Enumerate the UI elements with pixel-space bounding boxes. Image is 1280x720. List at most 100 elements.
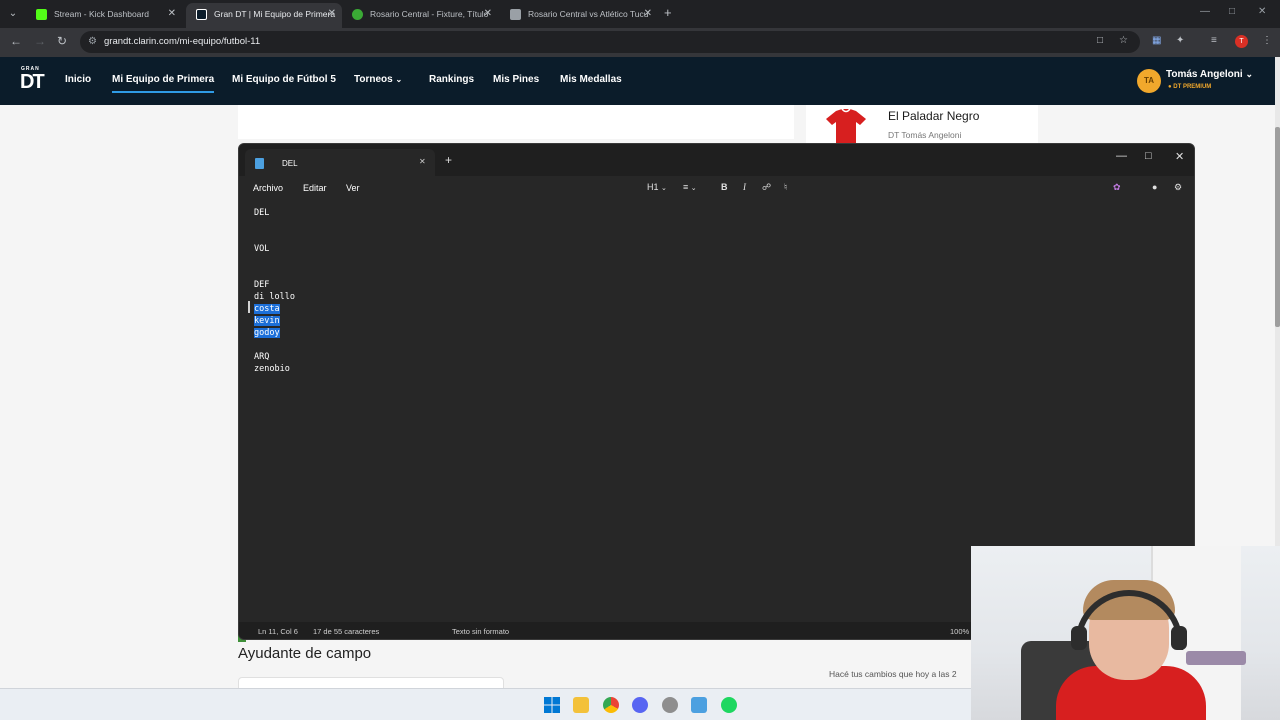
logo-big-text: DT	[20, 71, 45, 93]
reload-icon[interactable]: ↻	[57, 34, 67, 48]
nav-mi-equipo-futbol-5[interactable]: Mi Equipo de Fútbol 5	[232, 74, 336, 85]
notepad-minimize-icon[interactable]: —	[1116, 150, 1127, 162]
notepad-close-icon[interactable]: ✕	[1175, 150, 1184, 163]
obs-icon[interactable]	[662, 697, 678, 713]
notepad-line[interactable]: costa	[254, 303, 295, 315]
user-avatar[interactable]: TA	[1137, 69, 1161, 93]
notepad-line[interactable]: DEL	[254, 207, 295, 219]
tab-close-icon[interactable]: ✕	[168, 3, 176, 25]
line-text: zenobio	[254, 364, 290, 374]
notepad-line[interactable]	[254, 339, 295, 351]
gran-dt-logo[interactable]: GRAN DT	[20, 66, 45, 96]
clear-format-icon[interactable]: ♮	[784, 182, 787, 193]
chrome-icon[interactable]	[603, 697, 619, 713]
nav-mis-pines[interactable]: Mis Pines	[493, 74, 539, 85]
notepad-line[interactable]	[254, 267, 295, 279]
close-tab-icon[interactable]: ✕	[419, 157, 426, 166]
zoom-level[interactable]: 100%	[950, 627, 969, 636]
notepad-line[interactable]: di lollo	[254, 291, 295, 303]
match-favicon-icon	[510, 9, 521, 20]
site-info-icon[interactable]: ⚙	[88, 36, 97, 47]
chevron-down-icon: ⌄	[1245, 69, 1253, 79]
install-app-icon[interactable]: □	[1097, 35, 1103, 46]
tab-close-icon[interactable]: ✕	[484, 3, 492, 25]
notepad-text-area[interactable]: DEL VOL DEF di lollo costa kevin godoy ARQ zenob…	[254, 207, 295, 375]
heading-dropdown[interactable]: H1 ⌄	[647, 182, 667, 192]
copilot-icon[interactable]: ✿	[1113, 182, 1121, 193]
discord-icon[interactable]	[632, 697, 648, 713]
browser-tab-gran-dt[interactable]: Gran DT | Mi Equipo de Primera ✕	[186, 3, 342, 28]
webcam-overlay	[971, 546, 1280, 720]
link-icon[interactable]: ☍	[762, 182, 771, 193]
forward-arrow-icon[interactable]: →	[34, 34, 46, 48]
notepad-taskbar-icon[interactable]	[691, 697, 707, 713]
notepad-line[interactable]: ARQ	[254, 351, 295, 363]
scrollbar-thumb[interactable]	[1275, 127, 1280, 327]
nav-mis-medallas[interactable]: Mis Medallas	[560, 74, 622, 85]
browser-tab-rosario-fixture[interactable]: Rosario Central - Fixture, Título ✕	[342, 3, 498, 28]
nav-inicio[interactable]: Inicio	[65, 74, 91, 85]
account-icon[interactable]: ●	[1152, 182, 1157, 192]
rosario-favicon-icon	[352, 9, 363, 20]
notepad-line[interactable]: VOL	[254, 243, 295, 255]
window-maximize-icon[interactable]: □	[1229, 6, 1235, 17]
notepad-line[interactable]	[254, 255, 295, 267]
format-status[interactable]: Texto sin formato	[452, 627, 509, 636]
address-bar[interactable]: ⚙ grandt.clarin.com/mi-equipo/futbol-11	[80, 31, 1140, 53]
tab-label: Rosario Central vs Atlético Tucu	[528, 9, 649, 19]
nav-mi-equipo-primera[interactable]: Mi Equipo de Primera	[112, 74, 215, 93]
url-text[interactable]: grandt.clarin.com/mi-equipo/futbol-11	[104, 36, 260, 47]
new-notepad-tab-icon[interactable]: +	[445, 153, 452, 167]
team-name: El Paladar Negro	[888, 109, 980, 123]
browser-toolbar: ← → ↻ ⚙ grandt.clarin.com/mi-equipo/futb…	[0, 28, 1280, 57]
tab-search-icon[interactable]: ⌄	[4, 6, 22, 22]
bookmark-star-icon[interactable]: ☆	[1119, 35, 1128, 46]
notepad-tab-title: DEL	[282, 159, 298, 168]
ayudante-select[interactable]	[238, 677, 504, 688]
translate-icon[interactable]: ▦	[1152, 35, 1161, 46]
selected-text: costa	[254, 304, 280, 314]
notepad-line[interactable]: zenobio	[254, 363, 295, 375]
line-text: ARQ	[254, 352, 270, 362]
user-name[interactable]: Tomás Angeloni ⌄	[1166, 69, 1253, 80]
list-icon[interactable]: ≡ ⌄	[683, 182, 697, 192]
line-text: di lollo	[254, 292, 295, 302]
menu-editar[interactable]: Editar	[303, 183, 327, 193]
window-close-icon[interactable]: ✕	[1258, 6, 1266, 17]
notepad-line[interactable]: godoy	[254, 327, 295, 339]
menu-ver[interactable]: Ver	[346, 183, 360, 193]
notepad-tab[interactable]: DEL ✕	[245, 149, 435, 176]
file-explorer-icon[interactable]	[573, 697, 589, 713]
window-minimize-icon[interactable]: —	[1200, 6, 1210, 17]
notepad-line[interactable]	[254, 231, 295, 243]
media-controls-icon[interactable]: ≡	[1211, 35, 1217, 46]
new-tab-icon[interactable]: +	[664, 5, 672, 20]
tab-label: Rosario Central - Fixture, Título	[370, 9, 489, 19]
italic-icon[interactable]: I	[743, 182, 746, 192]
settings-gear-icon[interactable]: ⚙	[1174, 182, 1182, 193]
line-text: DEF	[254, 280, 270, 290]
tab-close-icon[interactable]: ✕	[328, 3, 336, 25]
menu-archivo[interactable]: Archivo	[253, 183, 283, 193]
bold-icon[interactable]: B	[721, 182, 728, 192]
chevron-down-icon: ⌄	[661, 185, 667, 192]
cursor-position: Ln 11, Col 6	[258, 627, 298, 636]
profile-avatar[interactable]: T	[1235, 35, 1248, 48]
notepad-line[interactable]	[254, 219, 295, 231]
extensions-icon[interactable]: ✦	[1176, 35, 1184, 46]
back-arrow-icon[interactable]: ←	[10, 34, 22, 48]
spotify-icon[interactable]	[721, 697, 737, 713]
windows-start-icon[interactable]	[544, 697, 560, 713]
notepad-titlebar[interactable]: DEL ✕ + — □ ✕	[239, 144, 1194, 176]
notepad-line[interactable]: DEF	[254, 279, 295, 291]
browser-tab-kick[interactable]: Stream - Kick Dashboard ✕	[26, 3, 182, 28]
webcam-background-shelf	[1186, 651, 1246, 665]
user-name-text: Tomás Angeloni	[1166, 69, 1243, 80]
nav-torneos[interactable]: Torneos ⌄	[354, 74, 402, 85]
tab-close-icon[interactable]: ✕	[644, 3, 652, 25]
browser-tab-rosario-match[interactable]: Rosario Central vs Atlético Tucu ✕	[500, 3, 658, 28]
browser-menu-icon[interactable]: ⋮	[1262, 35, 1272, 46]
nav-rankings[interactable]: Rankings	[429, 74, 474, 85]
notepad-line[interactable]: kevin	[254, 315, 295, 327]
notepad-maximize-icon[interactable]: □	[1145, 150, 1152, 162]
